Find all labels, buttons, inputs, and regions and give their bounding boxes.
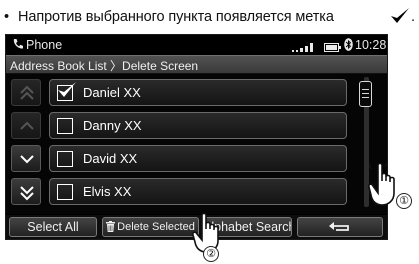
status-bar: Phone 10:28 (6, 35, 387, 55)
caption-period: . (411, 9, 416, 25)
instruction-caption: • Напротив выбранного пункта появляется … (4, 6, 415, 32)
grip-line (362, 93, 369, 94)
signal-icon (292, 41, 314, 55)
list-item[interactable]: David XX (49, 145, 347, 172)
page-up-button[interactable] (11, 79, 41, 106)
scroll-up-button[interactable] (11, 112, 41, 139)
checkmark-icon (390, 7, 410, 29)
trash-icon (106, 220, 116, 236)
clock: 10:28 (355, 38, 387, 52)
back-arrow-icon (329, 222, 349, 231)
bluetooth-icon (344, 38, 353, 54)
select-all-label: Select All (27, 220, 79, 234)
list-item[interactable]: Daniel XX (49, 79, 347, 106)
page-down-button[interactable] (11, 178, 41, 205)
phone-icon (12, 38, 24, 53)
breadcrumb: Address Book List 〉Delete Screen (10, 59, 199, 73)
contact-list-area: Daniel XX Danny XX David XX Elvis XX (6, 74, 387, 214)
grip-line (362, 97, 369, 98)
checkmark-icon (55, 80, 77, 104)
chevron-down-icon (20, 155, 34, 164)
list-item[interactable]: Danny XX (49, 112, 347, 139)
checkbox[interactable] (57, 118, 73, 134)
delete-selected-label: Delete Selected (117, 221, 195, 233)
list-item[interactable]: Elvis XX (49, 178, 347, 205)
scroll-down-button[interactable] (11, 145, 41, 172)
callout-number-2: ② (203, 246, 219, 262)
contact-name: Elvis XX (83, 184, 132, 199)
double-chevron-up-icon (20, 85, 34, 100)
app-title: Phone (26, 38, 63, 52)
checkbox[interactable] (57, 184, 73, 200)
chevron-up-icon (20, 121, 34, 130)
checkbox[interactable] (57, 151, 73, 167)
callout-number-1: ① (396, 193, 412, 209)
battery-icon (324, 41, 341, 55)
breadcrumb-bar: Address Book List 〉Delete Screen (6, 55, 387, 74)
grip-line (362, 89, 369, 90)
device-screen: Phone 10:28 Address Book List 〉Delete Sc… (5, 34, 388, 240)
contact-name: Daniel XX (83, 85, 141, 100)
double-chevron-down-icon (20, 186, 34, 201)
delete-selected-button[interactable]: Delete Selected (102, 217, 199, 237)
back-button[interactable] (297, 217, 383, 237)
bullet: • (4, 9, 10, 25)
select-all-button[interactable]: Select All (9, 217, 97, 237)
caption-text: Напротив выбранного пункта появляется ме… (18, 9, 334, 25)
contact-name: David XX (83, 151, 138, 166)
contact-name: Danny XX (83, 118, 142, 133)
scroll-thumb[interactable] (359, 81, 372, 107)
